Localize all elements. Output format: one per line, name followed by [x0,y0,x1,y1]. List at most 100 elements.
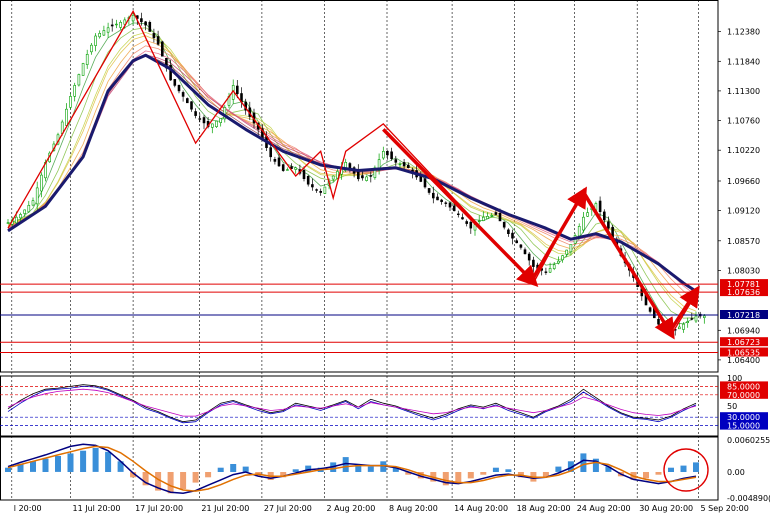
candle-body [23,209,27,214]
candle-body [386,150,389,156]
candle-body [110,24,114,27]
candle-body [682,323,685,330]
candle-body [431,192,435,199]
chart-container: 1.12380 1.11840 1.11300 1.10760 1.10220 1.096… [0,0,770,515]
candle-body [702,315,706,318]
candle-body [35,187,39,205]
candle-body [694,315,698,322]
candle-body [423,178,427,188]
candle-body [365,176,368,181]
price-tick-label: 1.08030 [727,266,760,275]
macd-histogram-bar [242,466,249,472]
candle-body [94,35,97,46]
candle-body [452,205,456,212]
candle-body [582,216,585,231]
candle-body [15,216,18,224]
macd-histogram-bar [455,472,462,483]
oscillator-tick-label: 50 [727,402,737,411]
candle-body [294,167,298,170]
candle-body [27,205,31,213]
macd-histogram-bar [5,467,11,472]
price-tick-label: 1.08570 [727,237,760,246]
candle-body [523,249,527,255]
candle-body [323,186,327,194]
time-tick-label: l 20:00 [14,504,42,513]
trading-chart[interactable]: 1.12380 1.11840 1.11300 1.10760 1.10220 1.096… [0,0,770,515]
candle-body [140,18,143,23]
candle-body [236,85,239,94]
macd-histogram-bar [367,466,374,472]
candle-body [565,249,569,255]
candle-body [215,120,218,127]
candle-body [361,175,364,179]
candle-body [456,213,460,215]
candle-body [315,189,318,191]
time-tick-label: 21 Jul 20:00 [201,504,249,513]
candle-body [202,117,206,124]
candle-body [502,221,506,228]
price-tick-label: 1.09660 [727,177,760,186]
time-tick-label: 24 Aug 20:00 [577,504,631,513]
time-tick-label: 14 Aug 20:00 [454,504,508,513]
candle-body [198,118,202,120]
candle-body [19,214,22,219]
macd-histogram-bar [105,451,112,472]
price-tick-label: 1.10220 [727,146,760,155]
candle-body [331,175,335,180]
candle-body [586,212,589,217]
candle-body [532,259,535,267]
candle-body [515,240,519,244]
candle-body [194,111,197,116]
macd-histogram-bar [55,456,61,472]
time-tick-label: 8 Aug 20:00 [389,504,438,513]
candle-body [115,23,118,26]
macd-histogram-bar [217,467,224,472]
candle-body [498,213,502,222]
candle-body [394,159,398,163]
macd-histogram-bar [292,469,299,472]
price-tick-label: 1.11840 [727,57,760,66]
candle-body [281,164,285,171]
oscillator-level-label: 15.0000 [727,422,760,431]
candle-body [348,163,352,168]
candle-body [6,222,10,224]
candle-body [173,79,177,86]
price-level-label: 1.07636 [727,288,760,297]
candle-body [427,188,431,193]
candle-body [648,307,652,312]
candle-body [527,253,531,261]
candle-body [306,176,310,185]
candle-body [152,33,156,39]
price-level-label: 1.06723 [727,338,760,347]
oscillator-level-label: 70.0000 [727,391,760,400]
candle-body [156,36,160,45]
candle-body [98,32,101,38]
candle-body [469,221,473,229]
candle-body [557,260,560,264]
candle-body [552,264,556,269]
candle-body [69,96,72,108]
candle-body [144,21,147,26]
candle-body [65,108,68,126]
price-level-label: 1.07218 [727,311,760,320]
candle-body [119,21,122,28]
time-tick-label: 17 Jul 20:00 [135,504,183,513]
candle-body [519,244,523,248]
candle-body [181,92,185,97]
candle-body [336,171,339,179]
candle-body [661,326,664,328]
candle-body [106,27,110,33]
candle-body [444,202,448,204]
time-tick-label: 18 Aug 20:00 [517,504,571,513]
candle-body [190,101,193,110]
price-level-label: 1.06535 [727,349,760,358]
candle-body [561,255,564,261]
candle-body [273,159,277,162]
candle-body [598,200,602,212]
candle-body [402,162,406,167]
macd-tick-label: 0.0060255 [727,436,770,445]
candle-body [481,216,485,221]
candle-body [486,216,489,220]
price-tick-label: 1.10760 [727,117,760,126]
macd-histogram-bar [693,462,699,472]
